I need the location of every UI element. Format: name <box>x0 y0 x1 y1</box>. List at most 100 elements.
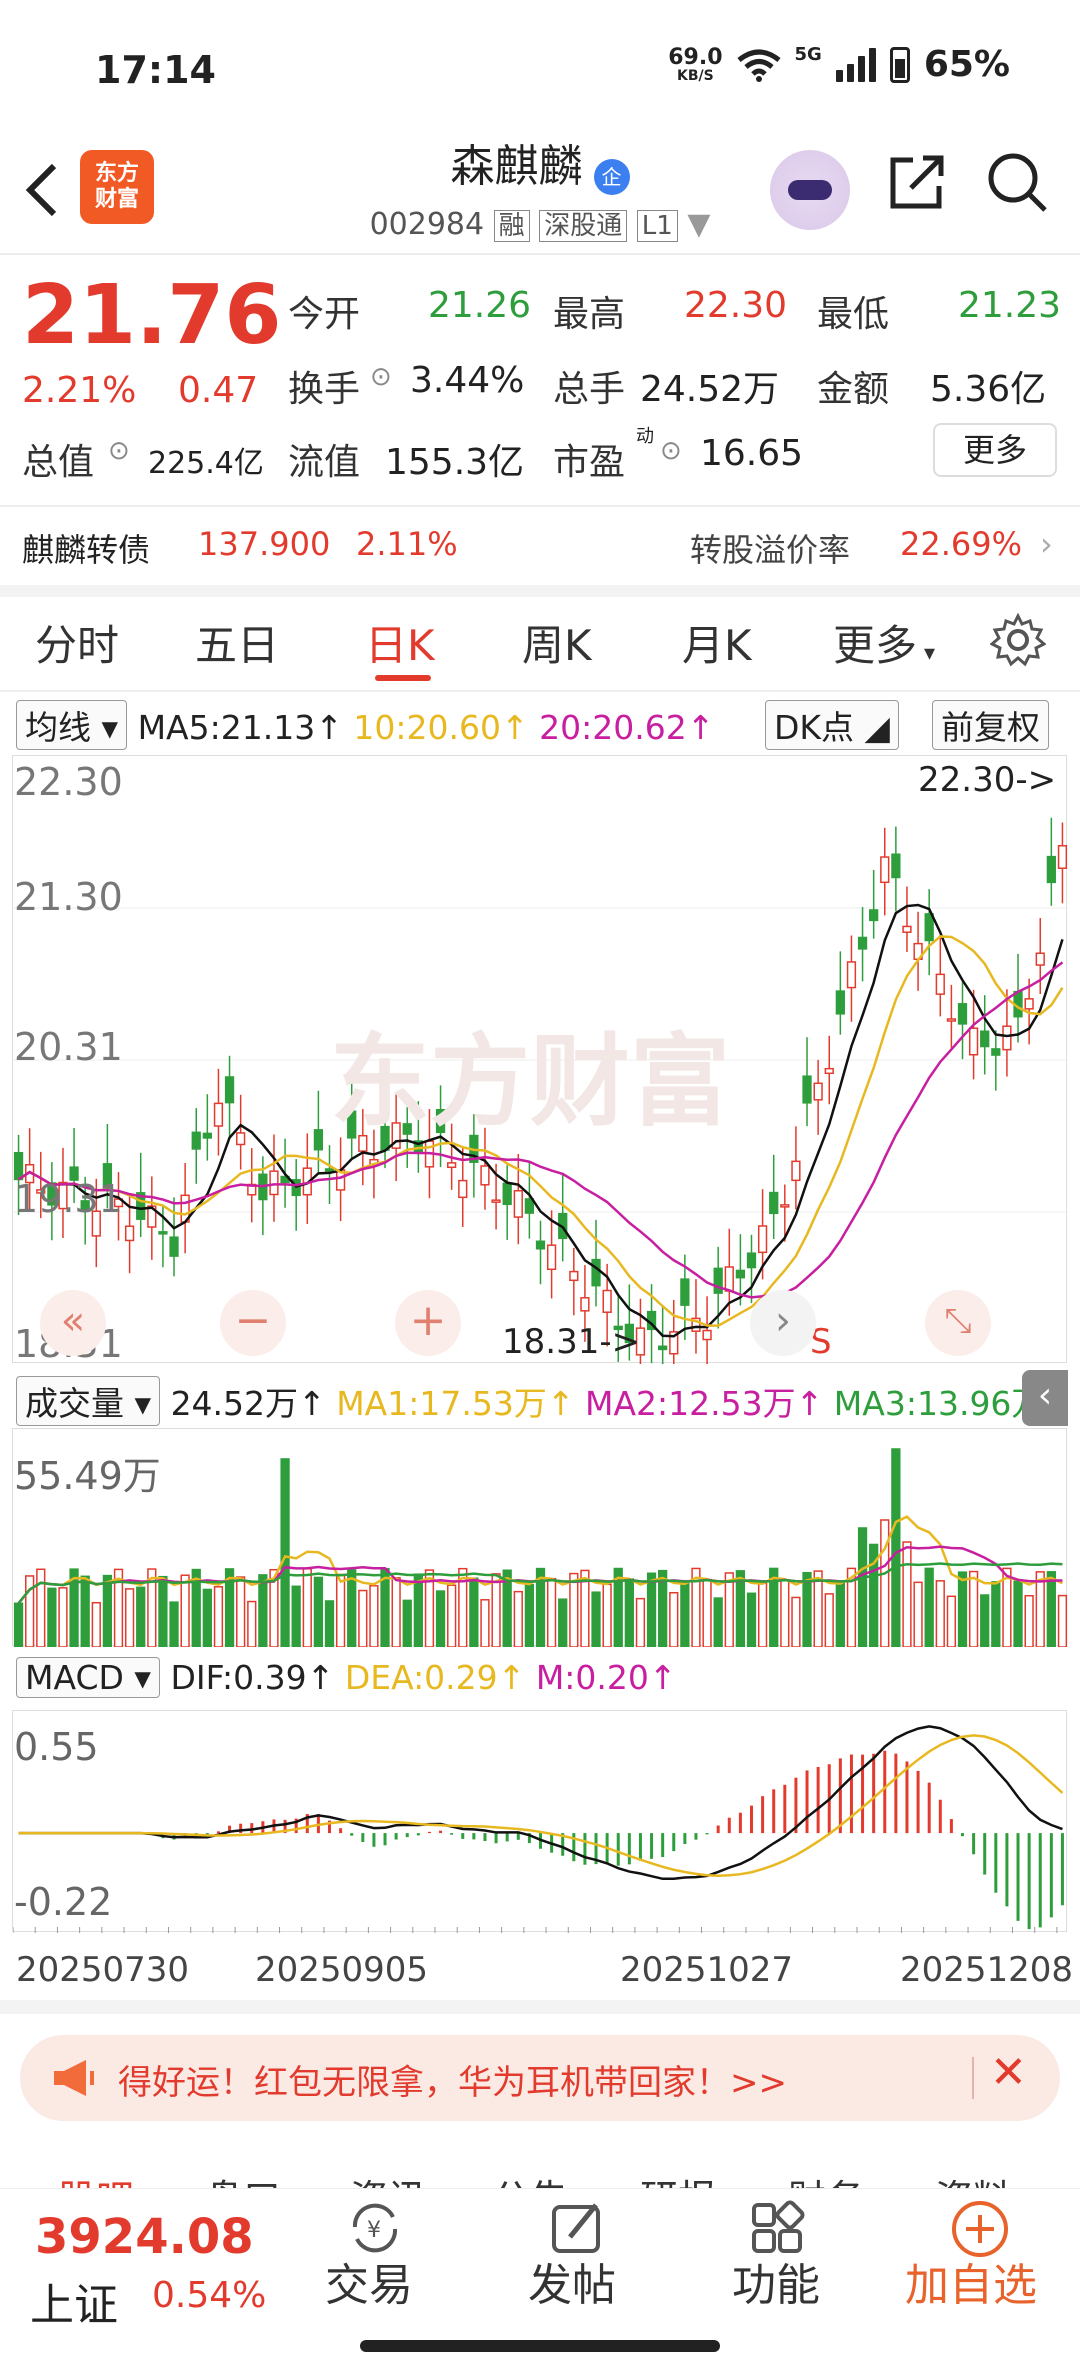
last-price: 21.76 <box>22 268 282 363</box>
chevron-right-icon[interactable]: › <box>1040 525 1053 563</box>
info-tab-research[interactable]: 研报 <box>640 2168 716 2188</box>
fullscreen-icon[interactable]: ⤡ <box>925 1290 991 1356</box>
collapse-panel-icon[interactable]: ‹ <box>1022 1370 1068 1426</box>
volume-bar <box>402 1599 412 1648</box>
info-tab-notice[interactable]: 公告 <box>492 2168 568 2188</box>
ma20-label: 20:20.62↑ <box>539 708 715 747</box>
volume-bar <box>513 1590 523 1648</box>
pe-value: 16.65 <box>700 433 804 474</box>
ma-select[interactable]: 均线 ▾ <box>16 700 128 750</box>
indicator-select-macd[interactable]: MACD ▾ <box>16 1657 160 1698</box>
date-label: 20251027 <box>620 1950 794 1990</box>
candle <box>902 925 912 933</box>
convertible-name[interactable]: 麒麟转债 <box>22 525 150 571</box>
candle <box>713 1267 723 1294</box>
macd-dif: DIF:0.39↑ <box>170 1658 335 1697</box>
tab-weekly-k[interactable]: 周K <box>522 612 592 673</box>
tab-daily-k[interactable]: 日K <box>365 612 435 673</box>
candle <box>502 1182 512 1206</box>
volume-bar <box>469 1577 479 1648</box>
candle <box>780 1204 790 1208</box>
info-tab-profile[interactable]: 资料 <box>935 2168 1011 2188</box>
candle <box>324 1168 335 1172</box>
more-button[interactable]: 更多 <box>933 423 1057 477</box>
index-name[interactable]: 上证 <box>30 2269 118 2333</box>
volume-bar <box>1035 1571 1045 1648</box>
chevron-down-icon[interactable]: ▼ <box>687 207 710 242</box>
volume-bar <box>58 1587 68 1648</box>
volume-bar <box>1013 1580 1023 1648</box>
function-button[interactable]: 功能 <box>732 2249 820 2313</box>
promo-banner[interactable]: 得好运！红包无限拿，华为耳机带回家！>> ✕ <box>20 2035 1060 2121</box>
candle <box>924 913 934 942</box>
tab-more[interactable]: 更多 ▾ <box>833 612 935 673</box>
volume-bar <box>369 1585 379 1648</box>
info-icon[interactable]: ⊙ <box>660 436 682 466</box>
info-tab-pankou[interactable]: 盘口 <box>205 2168 281 2188</box>
status-bar: 17:14 69.0 KB/S 5G 65% <box>0 0 1080 120</box>
post-button[interactable]: 发帖 <box>528 2249 616 2313</box>
volume-bar <box>447 1584 457 1648</box>
volume-bar <box>358 1589 368 1648</box>
candle <box>236 1132 246 1146</box>
date-label: 20250905 <box>255 1950 429 1990</box>
volume-bar <box>480 1599 490 1648</box>
dk-point-button[interactable]: DK点 ◢ <box>765 700 899 750</box>
gear-icon[interactable] <box>990 612 1046 668</box>
tab-intraday[interactable]: 分时 <box>35 612 119 673</box>
search-icon[interactable] <box>985 150 1049 214</box>
tag-connect: 深股通 <box>539 209 628 242</box>
indicator-select-volume[interactable]: 成交量 ▾ <box>16 1376 161 1426</box>
candle <box>680 1278 690 1306</box>
open-value: 21.26 <box>428 285 532 326</box>
volume-bar <box>713 1597 723 1648</box>
volume-bar <box>746 1592 757 1648</box>
volume-bar <box>302 1568 312 1648</box>
tab-five-day[interactable]: 五日 <box>195 612 279 673</box>
assistant-avatar[interactable] <box>770 150 850 230</box>
zoom-out-icon[interactable]: − <box>220 1290 286 1356</box>
float-label: 流值 <box>288 442 361 483</box>
volume-bar <box>935 1580 945 1648</box>
volume-bar <box>980 1594 990 1648</box>
volume-bar <box>991 1581 1001 1648</box>
volume-bar <box>680 1583 690 1648</box>
trade-button[interactable]: 交易 <box>325 2249 413 2313</box>
volume-bar <box>857 1527 868 1648</box>
share-icon[interactable] <box>885 150 949 214</box>
zoom-in-icon[interactable]: + <box>395 1290 461 1356</box>
volume-bar <box>813 1570 823 1648</box>
high-label: 最高 <box>553 294 626 335</box>
volume-bar <box>180 1574 190 1648</box>
turnover-label: 换手 <box>288 369 361 410</box>
volume-bar <box>324 1600 335 1648</box>
banner-text: 得好运！红包无限拿，华为耳机带回家！>> <box>118 2063 787 2103</box>
tab-monthly-k[interactable]: 月K <box>682 612 752 673</box>
y-label: 20.31 <box>14 1025 123 1069</box>
candle <box>447 1162 457 1169</box>
info-icon[interactable]: ⊙ <box>108 436 130 466</box>
close-icon[interactable]: ✕ <box>990 2047 1027 2098</box>
volume-bar <box>236 1576 246 1648</box>
adjust-button[interactable]: 前复权 <box>932 700 1049 750</box>
volume-bar <box>280 1458 290 1648</box>
candle <box>202 1132 212 1139</box>
scroll-left-icon[interactable]: « <box>40 1290 106 1356</box>
candle <box>757 1225 768 1254</box>
mktcap-label: 总值 <box>22 442 95 483</box>
scroll-right-icon[interactable]: › <box>750 1290 816 1356</box>
high-value: 22.30 <box>684 285 788 326</box>
info-tab-finance[interactable]: 财务 <box>788 2168 864 2188</box>
volume-bar <box>913 1581 923 1648</box>
candle <box>13 1151 24 1181</box>
volume-chart[interactable] <box>12 1428 1068 1648</box>
index-value[interactable]: 3924.08 <box>35 2209 254 2265</box>
macd-chart[interactable] <box>12 1710 1067 1933</box>
info-tab-guba[interactable]: 股吧 <box>58 2168 134 2188</box>
float-value: 155.3亿 <box>385 442 525 483</box>
info-tab-news[interactable]: 资讯 <box>350 2168 426 2188</box>
candle <box>169 1236 179 1257</box>
convertible-price: 137.900 <box>198 525 331 563</box>
add-watchlist-button[interactable]: 加自选 <box>905 2249 1037 2313</box>
info-icon[interactable]: ⊙ <box>370 362 392 392</box>
